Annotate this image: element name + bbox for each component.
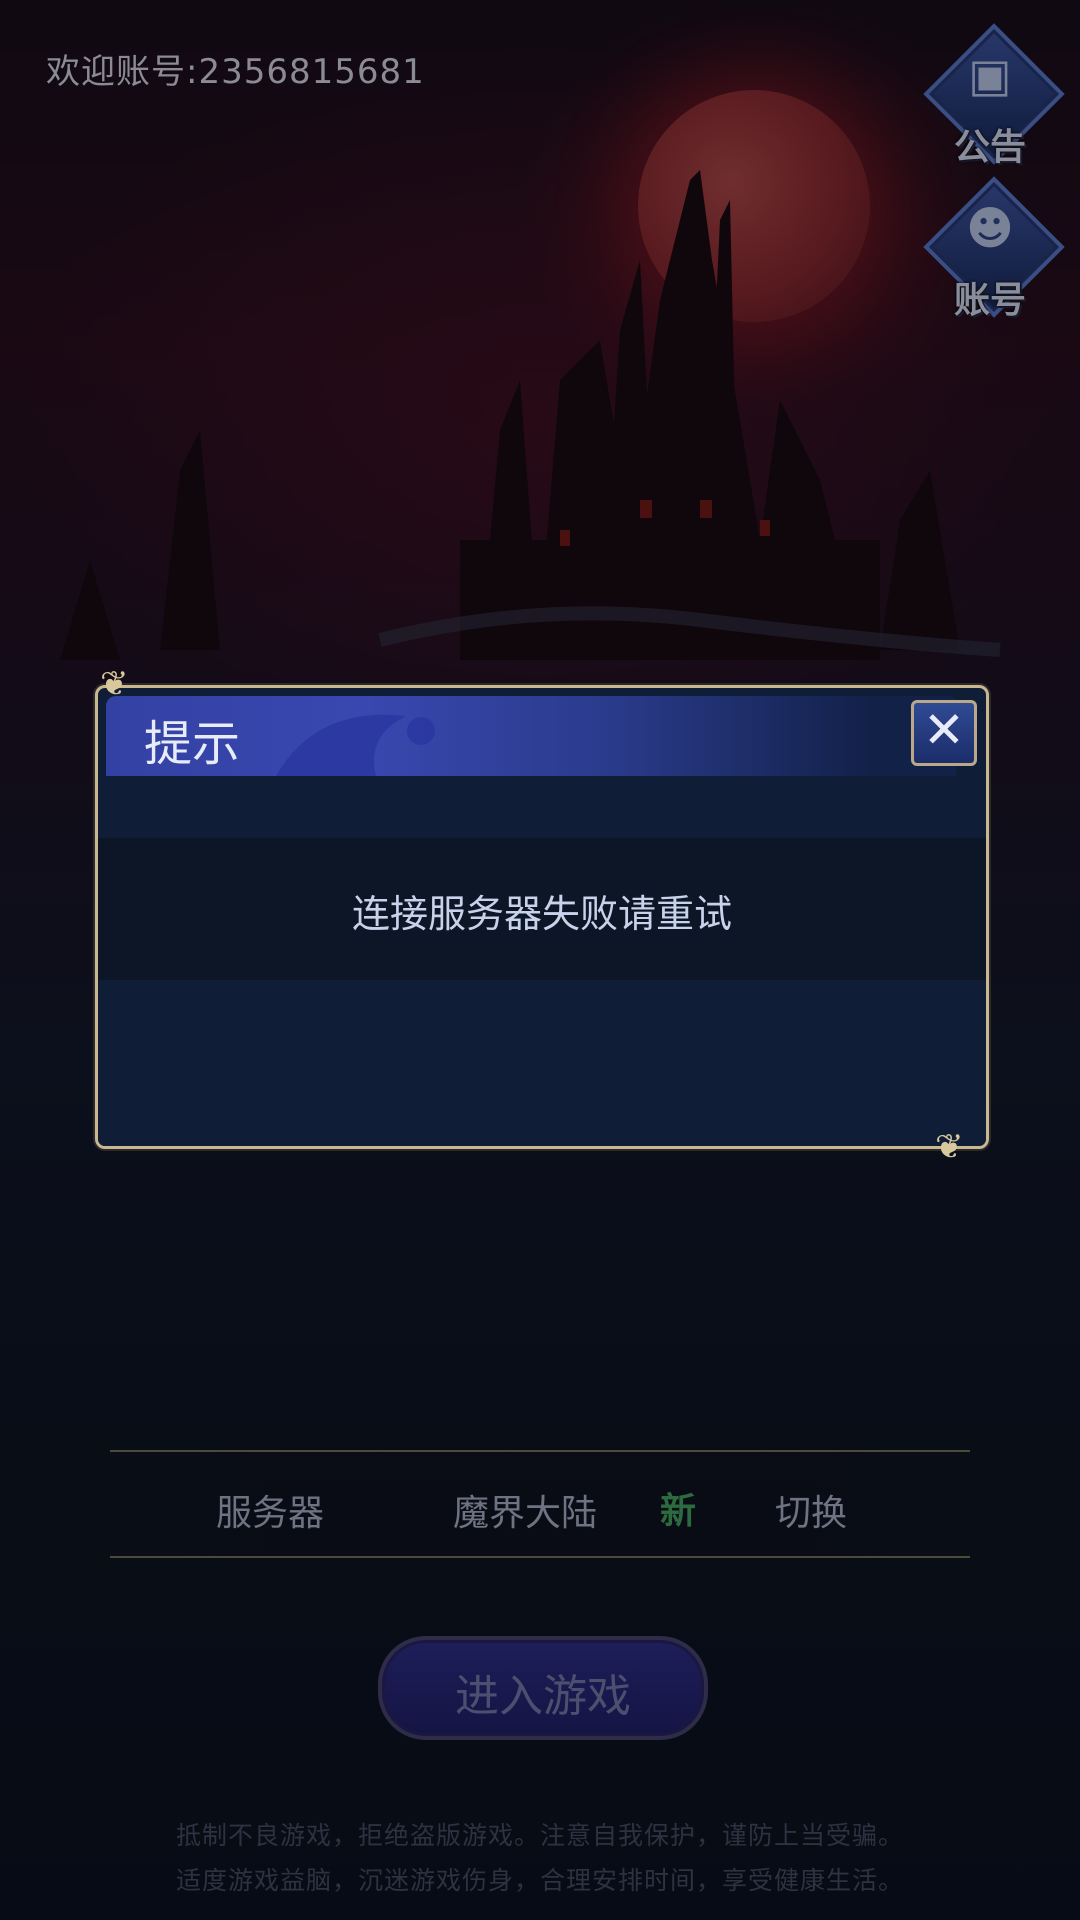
server-label: 服务器 xyxy=(216,1493,325,1534)
dialog-corner-ornament-bottom: ❦ xyxy=(935,1127,964,1167)
account-avatar-icon: ☻ xyxy=(966,201,1014,255)
switch-server-button[interactable]: 切换 xyxy=(775,1484,847,1536)
dialog-message: 连接服务器失败请重试 xyxy=(351,892,732,936)
dialog-title: 提示 xyxy=(144,716,241,772)
account-button[interactable]: ☻ 账号 xyxy=(923,176,1065,321)
titlebar-swirl-decoration xyxy=(276,714,435,776)
health-notice-line-2: 适度游戏益脑，沉迷游戏伤身，合理安排时间，享受健康生活。 xyxy=(175,1866,904,1895)
dialog-close-button[interactable]: ✕ xyxy=(911,700,977,766)
notice-dialog: 提示 ✕ 连接服务器失败请重试 xyxy=(95,685,989,1149)
announcement-label: 公告 xyxy=(953,127,1026,168)
health-notice-line-1: 抵制不良游戏，拒绝盗版游戏。注意自我保护，谨防上当受骗。 xyxy=(175,1821,904,1850)
welcome-account-text: 欢迎账号:2356815681 xyxy=(46,52,425,92)
dialog-corner-ornament-top: ❦ xyxy=(100,664,129,704)
enter-game-button[interactable]: 进入游戏 xyxy=(378,1636,708,1740)
server-selector: 服务器 魔界大陆 新 切换 xyxy=(110,1450,970,1558)
account-label: 账号 xyxy=(953,280,1026,321)
new-server-badge: 新 xyxy=(660,1491,697,1532)
announcement-button[interactable]: ▣ 公告 xyxy=(923,23,1065,168)
announcement-board-icon: ▣ xyxy=(968,48,1012,102)
enter-game-label: 进入游戏 xyxy=(455,1671,631,1722)
close-x-icon: ✕ xyxy=(923,701,965,759)
dialog-titlebar: 提示 xyxy=(106,696,956,776)
dialog-lower-area xyxy=(98,980,986,1146)
server-name: 魔界大陆 xyxy=(453,1493,598,1534)
